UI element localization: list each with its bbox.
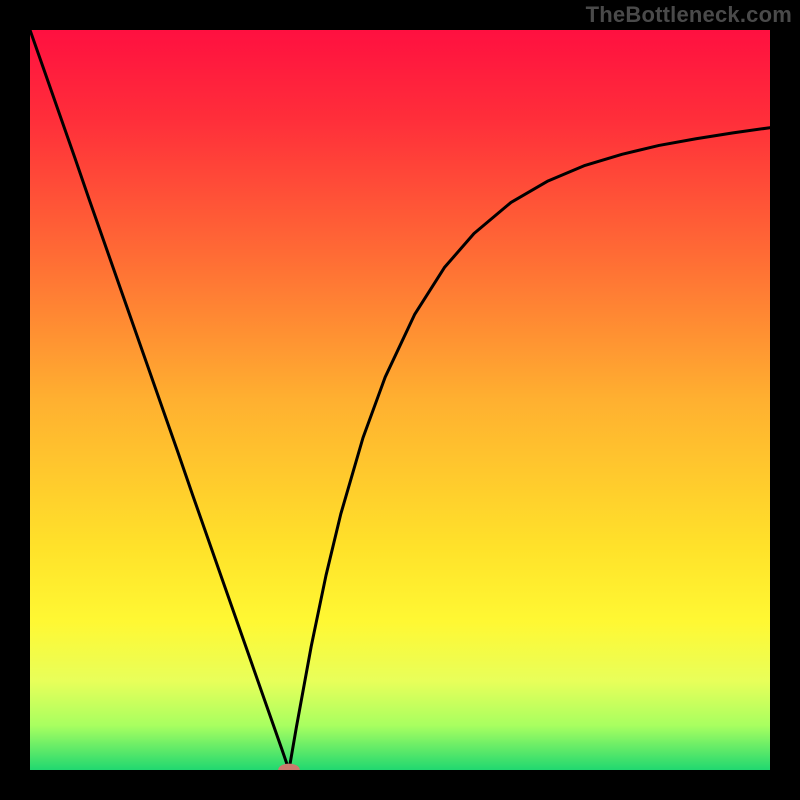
gradient-background bbox=[30, 30, 770, 770]
chart-frame: TheBottleneck.com bbox=[0, 0, 800, 800]
plot-area bbox=[30, 30, 770, 770]
plot-svg bbox=[30, 30, 770, 770]
watermark-text: TheBottleneck.com bbox=[586, 2, 792, 28]
